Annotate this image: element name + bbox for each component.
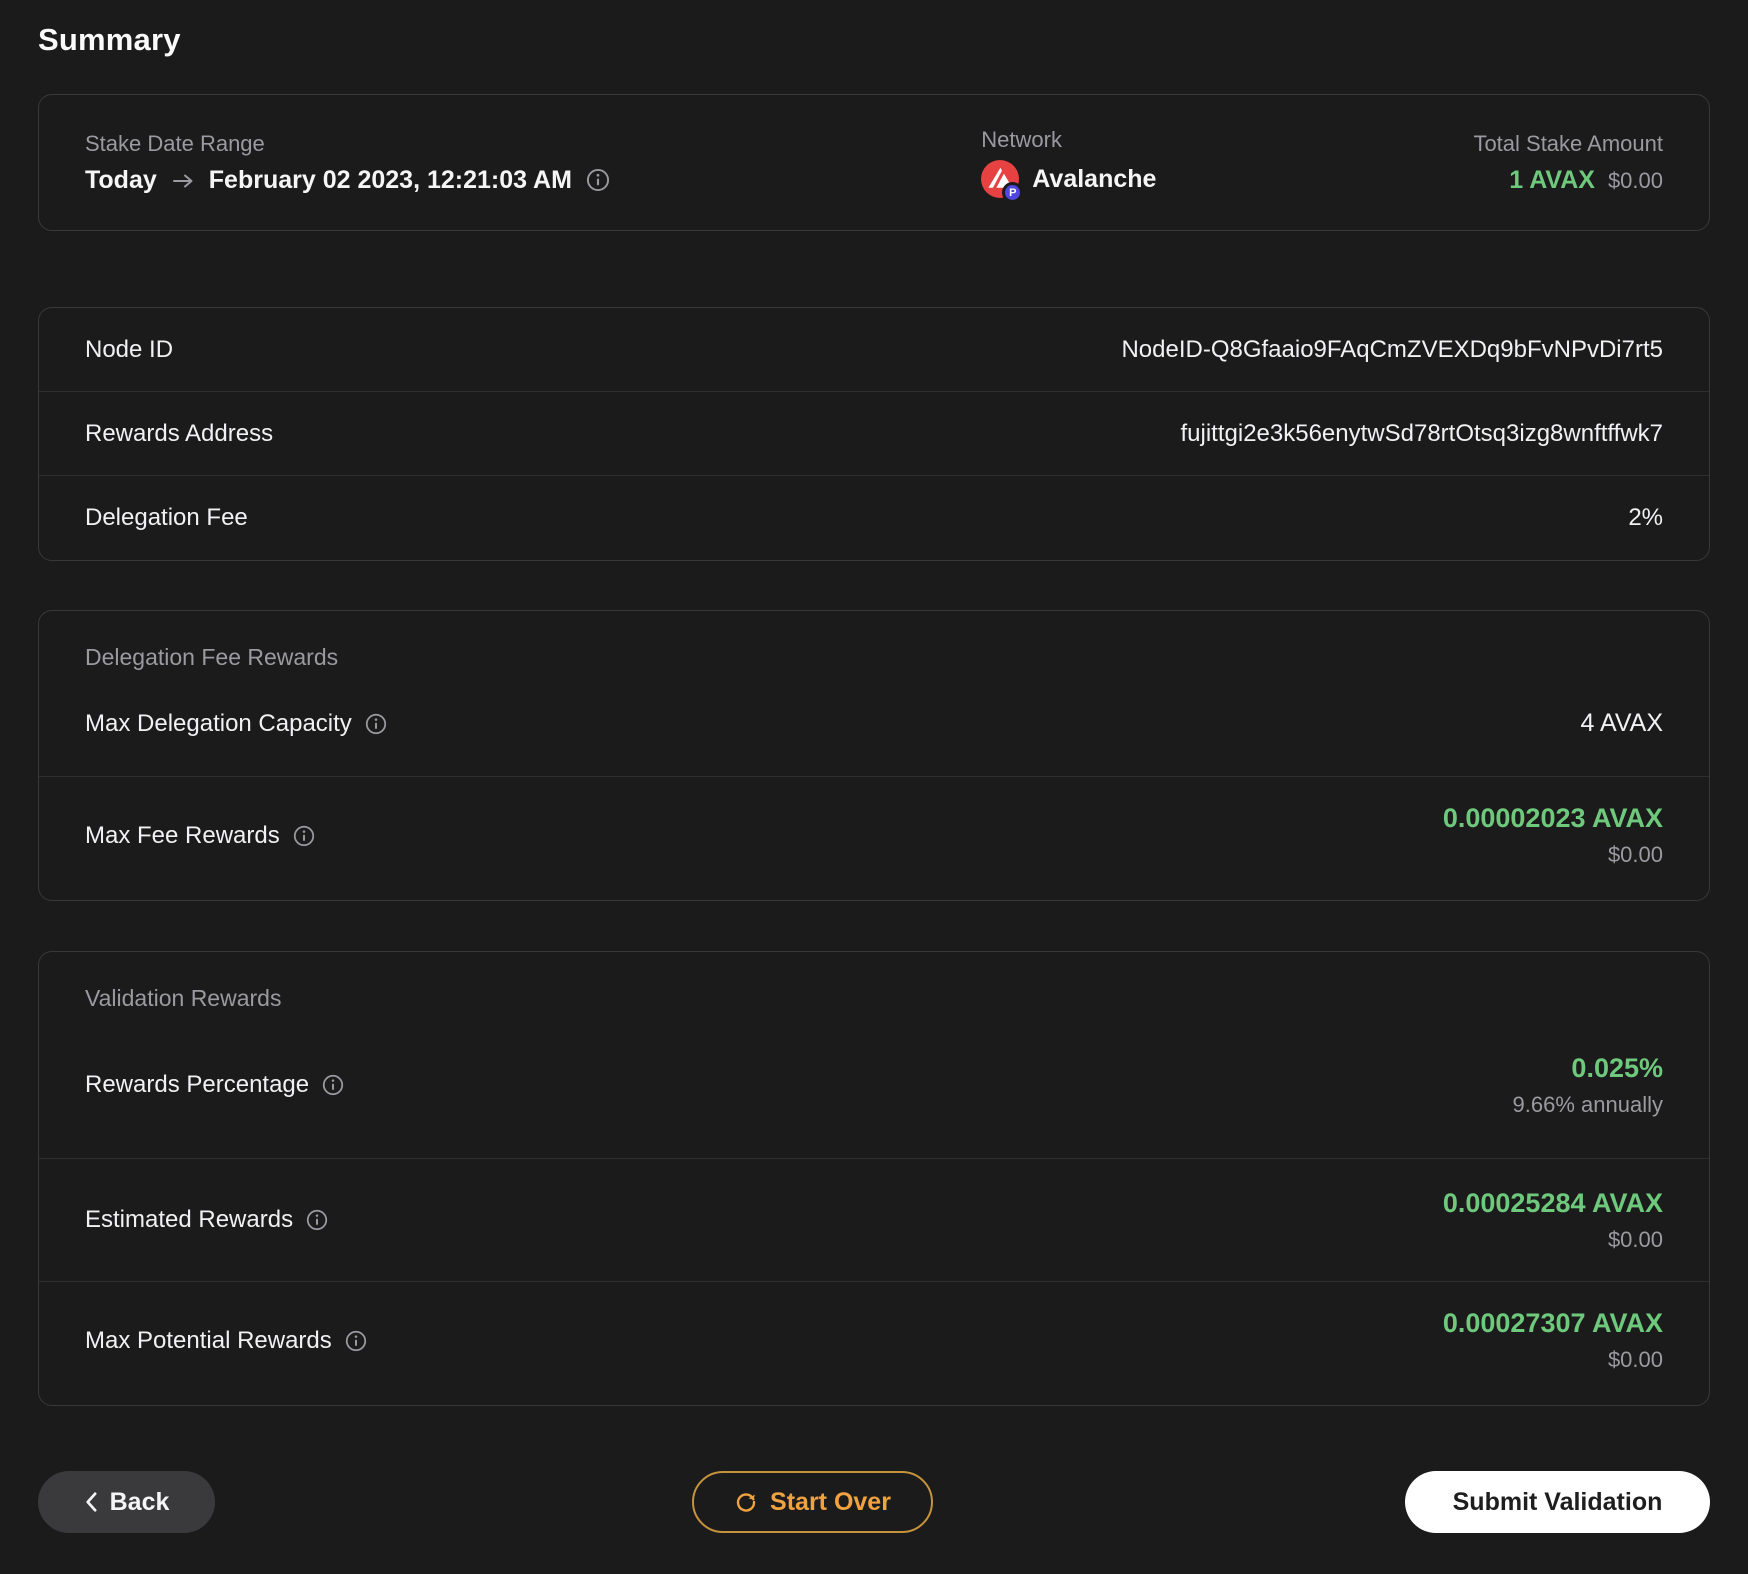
submit-validation-button[interactable]: Submit Validation [1405, 1471, 1710, 1533]
start-over-button-label: Start Over [770, 1487, 891, 1516]
stake-date-range-label: Stake Date Range [85, 130, 265, 156]
max-potential-rewards-usd: $0.00 [1607, 1347, 1663, 1372]
max-delegation-capacity-row: Max Delegation Capacity 4 AVAX [39, 671, 1709, 777]
total-stake-column: Total Stake Amount 1 AVAX $0.00 [1473, 131, 1663, 195]
max-potential-rewards-label: Max Potential Rewards [85, 1326, 332, 1354]
estimated-rewards-info-icon[interactable] [306, 1209, 328, 1231]
rewards-address-label: Rewards Address [85, 419, 274, 447]
delegation-fee-rewards-card: Delegation Fee Rewards Max Delegation Ca… [38, 610, 1710, 901]
estimated-rewards-row: Estimated Rewards 0.00025284 AVAX $0.00 [39, 1159, 1709, 1282]
network-value: P Avalanche [981, 160, 1473, 203]
start-over-button[interactable]: Start Over [692, 1471, 933, 1533]
delegation-fee-value: 2% [1628, 504, 1663, 531]
total-stake-amount: 1 AVAX [1509, 165, 1595, 194]
node-details-table: Node ID NodeID-Q8Gfaaio9FAqCmZVEXDq9bFvN… [38, 307, 1710, 561]
table-row-rewards-address: Rewards Address fujittgi2e3k56enytwSd78r… [39, 392, 1709, 476]
max-potential-rewards-amount: 0.00027307 AVAX [1442, 1308, 1663, 1338]
total-stake-usd: $0.00 [1607, 167, 1663, 193]
network-column: Network P Avalanche [981, 127, 1473, 203]
max-potential-rewards-label-group: Max Potential Rewards [85, 1327, 367, 1355]
estimated-rewards-usd: $0.00 [1607, 1226, 1663, 1252]
node-id-value: NodeID-Q8Gfaaio9FAqCmZVEXDq9bFvNPvDi7rt5 [1121, 335, 1663, 363]
max-fee-rewards-row: Max Fee Rewards 0.00002023 AVAX $0.00 [39, 777, 1709, 894]
table-row-node-id: Node ID NodeID-Q8Gfaaio9FAqCmZVEXDq9bFvN… [39, 308, 1709, 392]
rewards-address-value: fujittgi2e3k56enytwSd78rtOtsq3izg8wnftff… [1180, 419, 1664, 447]
max-fee-rewards-info-icon[interactable] [293, 825, 315, 847]
stake-summary-card: Stake Date Range Today February 02 2023,… [38, 94, 1710, 231]
back-button[interactable]: Back [38, 1471, 215, 1533]
network-name: Avalanche [1032, 164, 1157, 193]
max-delegation-capacity-info-icon[interactable] [365, 713, 387, 735]
rewards-percentage-row: Rewards Percentage 0.025% 9.66% annually [39, 1012, 1709, 1159]
max-potential-rewards-value-block: 0.00027307 AVAX $0.00 [1443, 1308, 1663, 1373]
rewards-percentage-label-group: Rewards Percentage [85, 1071, 344, 1099]
p-chain-badge: P [1002, 182, 1024, 203]
summary-page: Summary Stake Date Range Today February … [0, 0, 1748, 1574]
restart-icon [734, 1490, 758, 1514]
max-potential-rewards-info-icon[interactable] [345, 1330, 367, 1352]
estimated-rewards-value-block: 0.00025284 AVAX $0.00 [1443, 1188, 1663, 1253]
max-fee-rewards-label: Max Fee Rewards [85, 821, 280, 849]
footer-actions: Back Start Over Submit Validation [38, 1471, 1710, 1535]
submit-validation-button-label: Submit Validation [1452, 1487, 1663, 1516]
page-title: Summary [38, 22, 181, 57]
estimated-rewards-label-group: Estimated Rewards [85, 1206, 328, 1234]
chevron-left-icon [84, 1491, 98, 1513]
stake-date-range-value: Today February 02 2023, 12:21:03 AM [85, 166, 981, 195]
validation-rewards-card: Validation Rewards Rewards Percentage 0.… [38, 951, 1710, 1406]
stake-date-info-icon[interactable] [586, 168, 610, 192]
stake-end-date: February 02 2023, 12:21:03 AM [208, 165, 572, 194]
rewards-percentage-info-icon[interactable] [322, 1074, 344, 1096]
avalanche-logo-icon: P [981, 160, 1024, 203]
network-label: Network [981, 127, 1062, 152]
stake-start-date: Today [85, 165, 157, 194]
rewards-percentage-label: Rewards Percentage [85, 1071, 310, 1098]
rewards-percentage-annual: 9.66% annually [1512, 1091, 1663, 1117]
max-delegation-capacity-value: 4 AVAX [1580, 709, 1663, 737]
stake-date-range-column: Stake Date Range Today February 02 2023,… [85, 131, 981, 195]
validation-rewards-section-label: Validation Rewards [85, 985, 282, 1011]
delegation-fee-rewards-section-label: Delegation Fee Rewards [85, 644, 339, 670]
max-delegation-capacity-label-group: Max Delegation Capacity [85, 710, 387, 738]
back-button-label: Back [109, 1487, 170, 1516]
max-fee-rewards-value-block: 0.00002023 AVAX $0.00 [1443, 803, 1663, 868]
max-fee-rewards-amount: 0.00002023 AVAX [1442, 803, 1663, 833]
rewards-percentage-value-block: 0.025% 9.66% annually [1513, 1053, 1663, 1118]
max-fee-rewards-label-group: Max Fee Rewards [85, 822, 315, 850]
delegation-fee-label: Delegation Fee [85, 504, 248, 531]
total-stake-value: 1 AVAX $0.00 [1509, 166, 1663, 195]
arrow-right-icon [171, 171, 195, 191]
rewards-percentage-value: 0.025% [1571, 1052, 1663, 1083]
total-stake-label: Total Stake Amount [1473, 130, 1663, 156]
max-delegation-capacity-label: Max Delegation Capacity [85, 709, 352, 737]
table-row-delegation-fee: Delegation Fee 2% [39, 476, 1709, 560]
estimated-rewards-amount: 0.00025284 AVAX [1442, 1187, 1663, 1218]
estimated-rewards-label: Estimated Rewards [85, 1206, 294, 1233]
max-fee-rewards-usd: $0.00 [1607, 842, 1663, 867]
max-potential-rewards-row: Max Potential Rewards 0.00027307 AVAX $0… [39, 1282, 1709, 1399]
node-id-label: Node ID [85, 335, 174, 363]
